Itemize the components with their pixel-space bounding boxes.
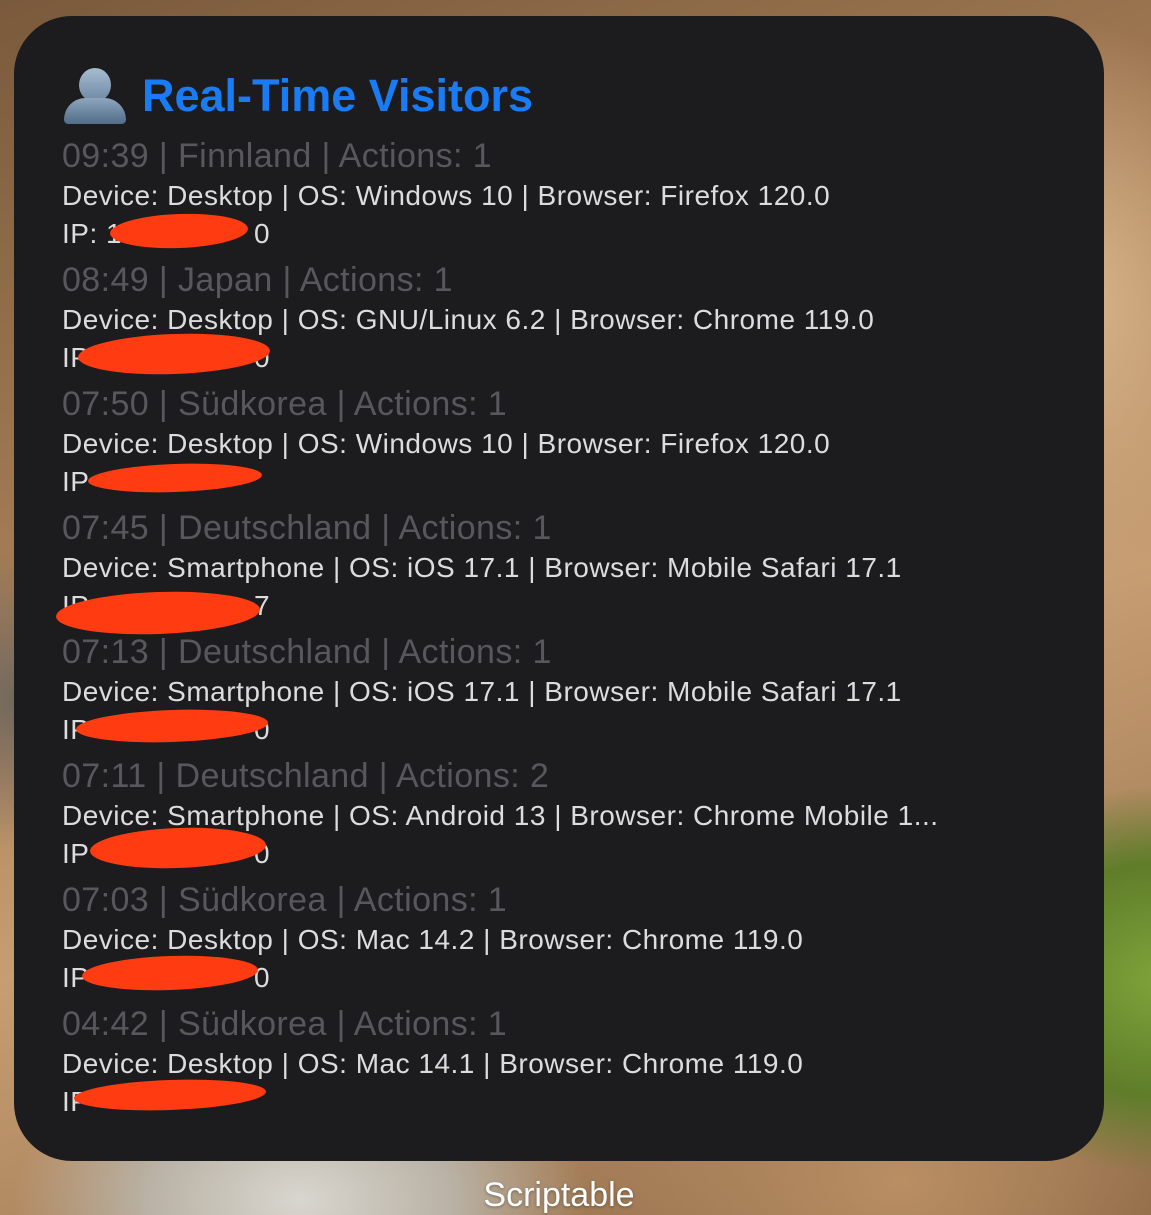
visitor-summary: 04:42 | Südkorea | Actions: 1 [62,1005,508,1043]
visitor-summary: 07:50 | Südkorea | Actions: 1 [62,385,508,423]
visitor-entry: 07:45 | Deutschland | Actions: 1 Device: … [55,508,1056,638]
visitor-ip: IP0 [62,952,1056,996]
ip-redaction-mark [109,211,249,251]
visitor-summary: 09:39 | Finnland | Actions: 1 [62,137,492,175]
visitor-ip: IP [62,1076,1056,1120]
widget-header: Real-Time Visitors [62,68,1056,124]
widget-title: Real-Time Visitors [142,70,534,121]
visitor-details: Device: Smartphone | OS: iOS 17.1 | Brow… [62,552,902,583]
visitor-summary: 07:13 | Deutschland | Actions: 1 [62,633,552,671]
ip-label: IP [62,466,90,497]
visitor-entry: 07:50 | Südkorea | Actions: 1 Device: Des… [62,384,1056,508]
visitor-list: 09:39 | Finnland | Actions: 1 Device: Des… [55,136,1056,1128]
ip-label: IP [62,838,90,869]
visitor-ip: IP0 [62,706,1056,748]
visitor-ip: IP0 [62,824,1056,872]
visitor-entry: 07:13 | Deutschland | Actions: 1 Device: … [62,632,1056,756]
visitor-ip: IP [62,460,1056,500]
visitor-entry: 07:03 | Südkorea | Actions: 1 Device: Des… [62,880,1056,1004]
visitor-details: Device: Smartphone | OS: iOS 17.1 | Brow… [62,676,902,707]
visitor-summary: 08:49 | Japan | Actions: 1 [62,261,453,299]
visitor-summary: 07:45 | Deutschland | Actions: 1 [62,509,552,547]
visitor-ip: IP: 10 [62,211,1056,252]
ip-redaction-mark [75,706,269,746]
visitor-summary: 07:11 | Deutschland | Actions: 2 [62,757,550,795]
visitor-entry: 04:42 | Südkorea | Actions: 1 Device: Des… [62,1004,1056,1128]
visitor-details: Device: Desktop | OS: Windows 10 | Brows… [62,428,831,459]
widget-app-label: Scriptable [483,1176,635,1214]
visitor-details: Device: Desktop | OS: Windows 10 | Brows… [62,180,831,211]
visitor-ip: IP7 [55,588,1056,638]
ip-tail: 0 [254,962,271,993]
scriptable-widget[interactable]: Real-Time Visitors 09:39 | Finnland | Ac… [14,16,1104,1161]
visitor-details: Device: Desktop | OS: Mac 14.1 | Browser… [62,1048,804,1079]
visitor-details: Device: Desktop | OS: Mac 14.2 | Browser… [62,924,804,955]
visitor-entry: 07:11 | Deutschland | Actions: 2 Device: … [62,756,1056,880]
ip-tail: 0 [254,218,271,249]
visitor-entry: 09:39 | Finnland | Actions: 1 Device: Des… [62,136,1056,260]
ip-redaction-mark [87,460,263,496]
visitor-entry: 08:49 | Japan | Actions: 1 Device: Deskto… [62,260,1056,384]
visitor-summary: 07:03 | Südkorea | Actions: 1 [62,881,508,919]
person-silhouette-icon [62,68,128,124]
visitor-ip: IP0 [62,330,1056,378]
